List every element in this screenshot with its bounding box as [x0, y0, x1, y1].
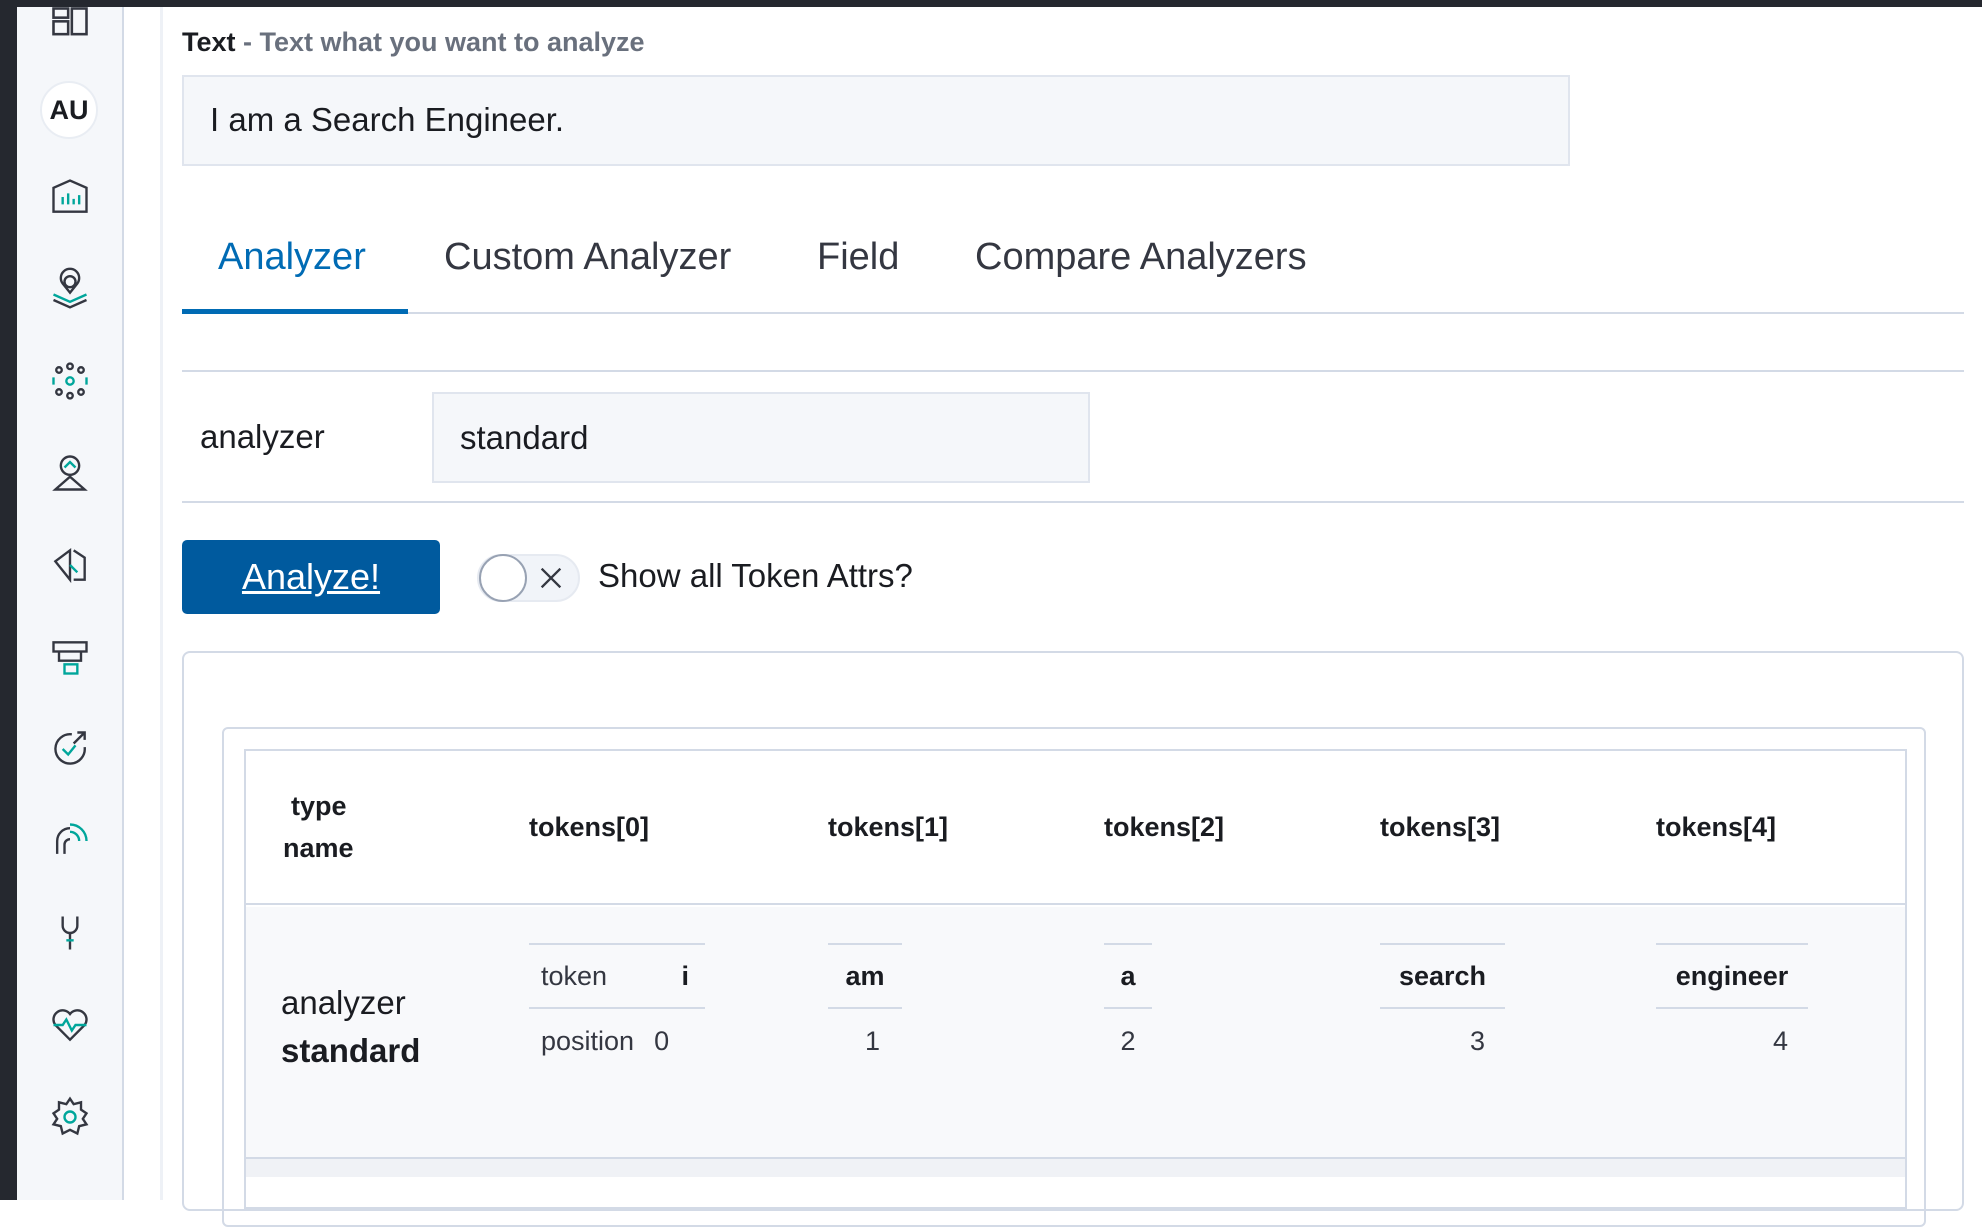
token-cell-1: am 1 — [828, 943, 902, 1073]
observability-icon[interactable] — [44, 815, 96, 867]
token-cell-4: engineer 4 — [1656, 943, 1808, 1073]
header-name: name — [283, 833, 354, 863]
tab-analyzer[interactable]: Analyzer — [182, 226, 408, 314]
dashboard-icon[interactable] — [44, 0, 96, 51]
header-tokens-4: tokens[4] — [1656, 812, 1777, 842]
text-field-title: Text — [182, 27, 236, 57]
header-tokens-3: tokens[3] — [1380, 812, 1501, 842]
token-value: a — [1120, 960, 1136, 991]
analyzer-input[interactable]: standard — [432, 392, 1090, 483]
management-icon[interactable] — [44, 1091, 96, 1143]
position-key: position — [541, 1025, 635, 1056]
header-tokens-2: tokens[2] — [1104, 812, 1225, 842]
close-icon — [540, 567, 562, 589]
tab-compare-analyzers[interactable]: Compare Analyzers — [975, 226, 1307, 314]
token-value: am — [845, 960, 885, 991]
results-table: type name tokens[0] tokens[1] tokens[2] … — [244, 749, 1907, 1209]
canvas-icon[interactable] — [44, 171, 96, 223]
token-value: engineer — [1675, 960, 1789, 991]
token-key: token — [541, 960, 608, 991]
avatar[interactable]: AU — [40, 81, 98, 139]
toggle-knob — [479, 554, 527, 602]
sidebar-nav: AU — [17, 7, 124, 1200]
window-left-edge — [0, 0, 17, 1200]
tab-field[interactable]: Field — [817, 226, 899, 314]
dev-tools-icon[interactable] — [44, 907, 96, 959]
results-panel: type name tokens[0] tokens[1] tokens[2] … — [182, 651, 1964, 1227]
analyzer-row: analyzer standard — [182, 370, 1964, 503]
maps-icon[interactable] — [44, 263, 96, 315]
table-row: analyzer standard token i position 0 am 1 … — [246, 907, 1905, 1157]
table-scrollbar[interactable] — [246, 1157, 1905, 1177]
token-value: i — [681, 960, 689, 991]
type-value: analyzer — [281, 984, 406, 1021]
name-value: standard — [281, 1032, 421, 1069]
token-cell-3: search 3 — [1380, 943, 1505, 1073]
type-name-cell: analyzer standard — [281, 979, 420, 1075]
text-field-label: Text - Text what you want to analyze — [182, 27, 645, 58]
position-value: 2 — [1120, 1025, 1136, 1056]
ml-icon[interactable] — [44, 355, 96, 407]
text-field-help: - Text what you want to analyze — [235, 27, 645, 57]
position-value: 4 — [1772, 1025, 1788, 1056]
position-value: 0 — [654, 1025, 670, 1056]
graph-icon[interactable] — [44, 447, 96, 499]
header-tokens-0: tokens[0] — [529, 812, 650, 842]
tab-bar: Analyzer Custom Analyzer Field Compare A… — [182, 226, 1964, 314]
header-tokens-1: tokens[1] — [828, 812, 949, 842]
siem-icon[interactable] — [44, 723, 96, 775]
token-attrs-toggle[interactable] — [477, 554, 580, 602]
uptime-icon[interactable] — [44, 631, 96, 683]
position-value: 3 — [1469, 1025, 1485, 1056]
token-value: search — [1398, 960, 1487, 991]
position-value: 1 — [864, 1025, 880, 1056]
monitoring-icon[interactable] — [44, 999, 96, 1051]
analyze-button[interactable]: Analyze! — [182, 540, 440, 614]
token-cell-0: token i position 0 — [529, 943, 705, 1073]
results-inner-panel: type name tokens[0] tokens[1] tokens[2] … — [222, 727, 1926, 1227]
header-type: type — [291, 791, 347, 821]
table-header: type name tokens[0] tokens[1] tokens[2] … — [246, 751, 1905, 905]
toggle-label: Show all Token Attrs? — [598, 557, 913, 594]
apm-icon[interactable] — [44, 539, 96, 591]
token-cell-2: a 2 — [1104, 943, 1152, 1073]
tab-custom-analyzer[interactable]: Custom Analyzer — [444, 226, 731, 314]
text-input[interactable]: I am a Search Engineer. — [182, 75, 1570, 166]
analyzer-label: analyzer — [200, 418, 325, 455]
window-top-strip — [0, 0, 1982, 7]
content-divider — [160, 7, 163, 1200]
